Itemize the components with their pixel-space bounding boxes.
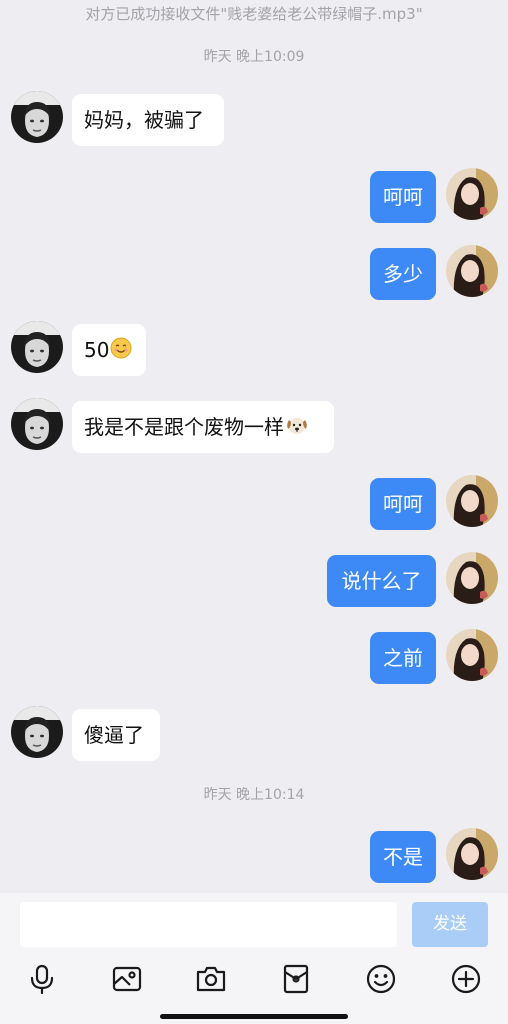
microphone-icon[interactable] (25, 962, 59, 996)
message-bubble-incoming[interactable]: 50 (72, 324, 146, 376)
my-avatar[interactable] (446, 245, 498, 297)
message-text: 多少 (383, 262, 423, 286)
message-bubble-outgoing[interactable]: 之前 (370, 632, 436, 684)
my-avatar[interactable] (446, 828, 498, 880)
message-bubble-incoming[interactable]: 傻逼了 (72, 709, 160, 761)
home-indicator[interactable] (160, 1014, 348, 1019)
smiling-face-icon (110, 326, 132, 378)
dog-face-icon (285, 403, 309, 455)
my-avatar[interactable] (446, 168, 498, 220)
file-received-notice: 对方已成功接收文件"贱老婆给老公带绿帽子.mp3" (85, 5, 423, 23)
timestamp: 昨天 晚上10:09 (203, 49, 305, 65)
my-avatar[interactable] (446, 552, 498, 604)
message-bubble-incoming[interactable]: 妈妈，被骗了 (72, 94, 224, 146)
camera-icon[interactable] (194, 962, 228, 996)
contact-avatar[interactable] (11, 398, 63, 450)
add-icon[interactable] (449, 962, 483, 996)
message-text: 50 (84, 338, 110, 362)
message-text: 妈妈，被骗了 (84, 108, 204, 132)
message-text: 之前 (383, 646, 423, 670)
red-packet-icon[interactable] (279, 962, 313, 996)
message-text: 不是 (383, 845, 423, 869)
message-input[interactable] (20, 902, 397, 947)
contact-avatar[interactable] (11, 91, 63, 143)
send-button[interactable]: 发送 (412, 902, 488, 947)
message-text: 说什么了 (341, 569, 422, 593)
message-bubble-outgoing[interactable]: 呵呵 (370, 171, 436, 223)
my-avatar[interactable] (446, 629, 498, 681)
message-bubble-incoming[interactable]: 我是不是跟个废物一样 (72, 401, 334, 453)
message-bubble-outgoing[interactable]: 说什么了 (327, 555, 436, 607)
emoji-icon[interactable] (364, 962, 398, 996)
message-text: 呵呵 (383, 492, 423, 516)
message-bubble-outgoing[interactable]: 呵呵 (370, 478, 436, 530)
message-text: 我是不是跟个废物一样 (84, 415, 284, 439)
message-bubble-outgoing[interactable]: 多少 (370, 248, 436, 300)
timestamp: 昨天 晚上10:14 (203, 787, 305, 803)
message-text: 呵呵 (383, 185, 423, 209)
contact-avatar[interactable] (11, 706, 63, 758)
image-icon[interactable] (110, 962, 144, 996)
contact-avatar[interactable] (11, 321, 63, 373)
message-bubble-outgoing[interactable]: 不是 (370, 831, 436, 883)
my-avatar[interactable] (446, 475, 498, 527)
message-text: 傻逼了 (84, 723, 144, 747)
